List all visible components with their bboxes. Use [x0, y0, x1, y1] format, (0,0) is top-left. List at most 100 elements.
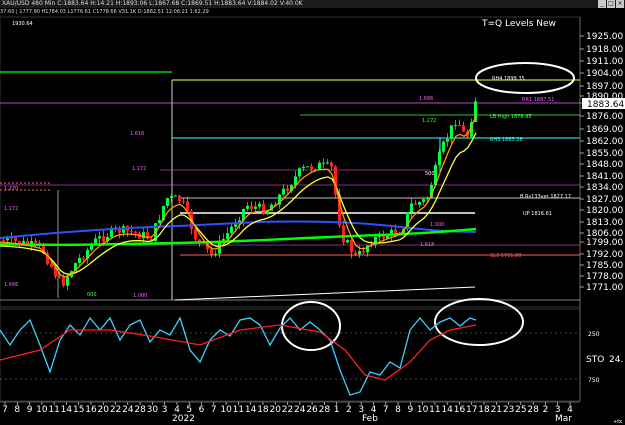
time-tick-label: 14 [441, 405, 453, 415]
candle-body [426, 197, 429, 200]
candle-body [326, 162, 329, 164]
level-label: B Rs133ver 1827.17 [520, 194, 571, 200]
time-axis[interactable]: 7 8 9 10 11 14 15 16 20 22 24 28 30 3 4 5 6 7 10 11 14 18 20 22… [2, 402, 573, 415]
candle-body [210, 249, 213, 255]
candle-body [250, 205, 253, 209]
time-tick-label: 16 [454, 405, 466, 415]
candle-body [286, 188, 289, 191]
time-tick-label: 24 [122, 405, 134, 415]
candle-body [310, 166, 313, 170]
candle-body [454, 125, 457, 127]
osc-name: STO [586, 355, 604, 365]
current-price: 1883.64 [587, 100, 624, 110]
osc-level-label: 750 [588, 377, 600, 384]
time-tick-label: 18 [478, 405, 490, 415]
candle-body [14, 237, 17, 242]
time-tick-label: 15 [73, 405, 84, 415]
time-tick-label: 2 [543, 405, 549, 415]
time-tick-label: 10 [36, 405, 48, 415]
fib-label: 500 [425, 171, 435, 177]
time-tick-label: 8 [14, 405, 20, 415]
level-label: UP 1816.61 [523, 211, 552, 217]
candle-body [170, 195, 173, 199]
fib-label: 1.616 [130, 131, 144, 137]
price-tick-label: 1918.00 [586, 45, 623, 55]
candle-body [182, 200, 185, 202]
time-tick-label: 1 [334, 405, 340, 415]
fib-label: 1.618 [420, 242, 434, 248]
month-label: Mar [555, 414, 572, 424]
price-axis[interactable]: 1925.001918.001911.001904.001897.001890.… [580, 32, 623, 293]
price-panel[interactable] [0, 16, 581, 308]
candle-body [102, 236, 105, 242]
fib-label: 1.272 [422, 118, 436, 124]
candle-body [222, 238, 225, 241]
candle-body [458, 125, 461, 127]
fib-label: 000 [87, 292, 97, 298]
candle-body [462, 125, 465, 132]
price-tick-label: 1897.00 [586, 82, 623, 92]
time-tick-label: 28 [527, 405, 539, 415]
price-tick-label: 1813.00 [586, 218, 623, 228]
time-tick-label: 22 [110, 405, 121, 415]
candle-body [158, 219, 161, 224]
candle-body [298, 168, 301, 177]
candle-body [442, 141, 445, 152]
time-tick-label: 6 [199, 405, 205, 415]
level-label: LB High 1878.95 [490, 114, 532, 120]
candle-body [450, 125, 453, 139]
candle-body [194, 229, 197, 240]
price-tick-label: 1925.00 [586, 32, 623, 42]
time-tick-label: 14 [245, 405, 257, 415]
price-tick-label: 1820.00 [586, 206, 623, 216]
time-tick-label: 3 [162, 405, 168, 415]
time-tick-label: 30 [147, 405, 159, 415]
candle-body [6, 238, 9, 241]
indicator-title: T=Q Levels New [481, 19, 556, 29]
candle-body [350, 240, 353, 253]
candle-body [446, 138, 449, 142]
axis-edge-label: +tx [613, 419, 622, 425]
price-tick-label: 1869.00 [586, 125, 623, 135]
price-tick-label: 1848.00 [586, 160, 623, 170]
candle-body [166, 198, 169, 206]
level-label: SL3 1791.08 [490, 253, 521, 259]
candle-body [246, 205, 249, 209]
candle-body [82, 257, 85, 259]
price-tick-label: 1841.00 [586, 172, 623, 182]
time-tick-label: 26 [306, 405, 318, 415]
candle-body [58, 276, 61, 278]
candle-body [262, 203, 265, 215]
candle-body [302, 166, 305, 169]
time-tick-label: 8 [395, 405, 401, 415]
osc-value: 24. [609, 355, 623, 365]
level-label: RH4 1899.35 [492, 76, 525, 82]
time-tick-label: 18 [257, 405, 269, 415]
fib-label: 1.272 [132, 166, 146, 172]
candle-body [178, 195, 181, 201]
time-tick-label: 24 [294, 405, 306, 415]
time-tick-label: 9 [407, 405, 413, 415]
chart-canvas[interactable]: 1930.64 T=Q Levels New RH4 1899.35 RR1 1… [0, 0, 625, 425]
time-tick-label: 9 [27, 405, 33, 415]
candle-body [226, 233, 229, 239]
time-tick-label: 20 [269, 405, 281, 415]
time-tick-label: 10 [417, 405, 429, 415]
candle-body [234, 224, 237, 227]
price-tick-label: 1876.00 [586, 112, 623, 122]
time-tick-label: 28 [319, 405, 331, 415]
candle-body [410, 203, 413, 213]
time-tick-label: 11 [48, 405, 59, 415]
time-tick-label: 14 [61, 405, 73, 415]
time-tick-label: 16 [85, 405, 97, 415]
candle-body [422, 199, 425, 202]
candle-body [214, 253, 217, 255]
fib-label: 1.000 [430, 222, 444, 228]
time-tick-label: 22 [282, 405, 293, 415]
candle-body [230, 226, 233, 234]
time-tick-label: 7 [211, 405, 217, 415]
candle-body [62, 277, 65, 286]
candle-body [142, 232, 145, 239]
candle-body [362, 250, 365, 253]
month-label: Feb [362, 414, 378, 424]
